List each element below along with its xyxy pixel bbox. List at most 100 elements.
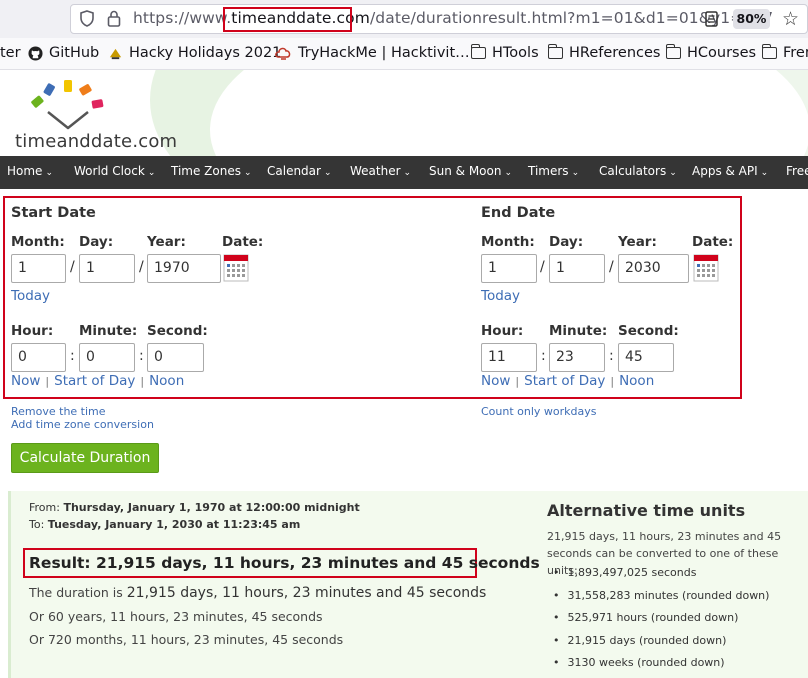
to-label: To:: [29, 518, 45, 531]
end-second-input[interactable]: 45: [618, 343, 674, 372]
bookmarks-toolbar: ter GitHub Hacky Holidays 2021 TryHackMe…: [0, 38, 808, 70]
start-calendar-icon[interactable]: [223, 254, 249, 282]
reader-view-icon[interactable]: [705, 11, 718, 27]
remove-time-link[interactable]: Remove the time: [11, 405, 106, 418]
start-year-input[interactable]: 1970: [147, 254, 221, 283]
date-separator: /: [139, 259, 144, 275]
logo-text[interactable]: timeanddate.com: [15, 131, 177, 152]
link-divider: |: [515, 375, 520, 388]
end-time-shortcuts: Now | Start of Day | Noon: [481, 373, 654, 389]
start-minute-input[interactable]: 0: [79, 343, 135, 372]
nav-label: Calculators: [599, 164, 667, 178]
time-separator: :: [541, 348, 546, 364]
time-separator: :: [70, 348, 75, 364]
nav-label: Free: [786, 164, 808, 178]
bookmark-folder-htools[interactable]: HTools: [470, 44, 539, 61]
start-date-title: Start Date: [11, 205, 96, 221]
nav-home[interactable]: Home ⌄: [7, 164, 53, 178]
nav-label: Calendar: [267, 164, 321, 178]
alt-units-title: Alternative time units: [547, 501, 746, 520]
bookmark-label: GitHub: [49, 45, 100, 61]
nav-label: Timers: [528, 164, 569, 178]
shield-icon[interactable]: [80, 10, 94, 27]
chevron-down-icon: ⌄: [147, 168, 156, 178]
from-value: Thursday, January 1, 1970 at 12:00:00 mi…: [63, 501, 360, 514]
bookmark-ter[interactable]: ter: [0, 45, 21, 61]
end-noon-link[interactable]: Noon: [619, 373, 654, 389]
chevron-down-icon: ⌄: [504, 168, 513, 178]
end-start-of-day-link[interactable]: Start of Day: [524, 373, 605, 389]
start-start-of-day-link[interactable]: Start of Day: [54, 373, 135, 389]
bookmark-tryhackme[interactable]: TryHackMe | Hacktivit…: [275, 45, 470, 61]
bookmark-folder-hreferences[interactable]: HReferences: [547, 44, 660, 61]
end-today-link[interactable]: Today: [481, 288, 520, 304]
end-second-label: Second:: [618, 323, 679, 339]
to-value: Tuesday, January 1, 2030 at 11:23:45 am: [47, 518, 301, 531]
start-date-label: Date:: [222, 234, 264, 250]
bookmark-label: Hacky Holidays 2021: [129, 45, 282, 61]
duration-prefix: The duration is: [29, 585, 123, 600]
end-month-label: Month:: [481, 234, 535, 250]
chevron-down-icon: ⌄: [243, 168, 252, 178]
folder-icon: [470, 44, 486, 59]
end-month-input[interactable]: 1: [481, 254, 537, 283]
end-minute-label: Minute:: [549, 323, 608, 339]
nav-sun-moon[interactable]: Sun & Moon ⌄: [429, 164, 512, 178]
start-noon-link[interactable]: Noon: [149, 373, 184, 389]
nav-time-zones[interactable]: Time Zones ⌄: [171, 164, 252, 178]
end-year-input[interactable]: 2030: [618, 254, 689, 283]
end-now-link[interactable]: Now: [481, 373, 510, 389]
start-now-link[interactable]: Now: [11, 373, 40, 389]
bookmark-hacky-holidays[interactable]: Hacky Holidays 2021: [108, 45, 281, 61]
chevron-down-icon: ⌄: [571, 168, 580, 178]
calculate-duration-button[interactable]: Calculate Duration: [11, 443, 159, 473]
nav-timers[interactable]: Timers ⌄: [528, 164, 579, 178]
start-month-input[interactable]: 1: [11, 254, 66, 283]
nav-label: Time Zones: [171, 164, 241, 178]
bookmark-folder-hcourses[interactable]: HCourses: [665, 44, 756, 61]
url-prefix: https://www.: [133, 9, 232, 27]
bookmark-label: Fren: [783, 45, 808, 61]
folder-icon: [547, 44, 563, 59]
end-minute-input[interactable]: 23: [549, 343, 605, 372]
zoom-level-button[interactable]: 80%: [733, 9, 770, 29]
end-hour-input[interactable]: 11: [481, 343, 537, 372]
start-second-input[interactable]: 0: [147, 343, 204, 372]
end-year-label: Year:: [618, 234, 657, 250]
end-date-label: Date:: [692, 234, 734, 250]
bookmark-label: TryHackMe | Hacktivit…: [298, 45, 470, 61]
lock-icon[interactable]: [107, 10, 121, 27]
from-line: From: Thursday, January 1, 1970 at 12:00…: [29, 501, 360, 514]
end-calendar-icon[interactable]: [693, 254, 719, 282]
nav-calculators[interactable]: Calculators ⌄: [599, 164, 677, 178]
start-hour-input[interactable]: 0: [11, 343, 66, 372]
to-line: To: Tuesday, January 1, 2030 at 11:23:45…: [29, 518, 300, 531]
count-workdays-link[interactable]: Count only workdays: [481, 405, 597, 418]
nav-apps-api[interactable]: Apps & API ⌄: [692, 164, 768, 178]
nav-world-clock[interactable]: World Clock ⌄: [74, 164, 155, 178]
chevron-down-icon: ⌄: [403, 168, 412, 178]
bookmark-folder-fren[interactable]: Fren: [761, 44, 808, 61]
months-line: Or 720 months, 11 hours, 23 minutes, 45 …: [29, 632, 344, 647]
alt-unit-item: 1,893,497,025 seconds: [553, 566, 769, 589]
nav-label: Home: [7, 164, 43, 178]
bookmark-github[interactable]: GitHub: [28, 45, 99, 61]
end-day-input[interactable]: 1: [549, 254, 605, 283]
start-today-link[interactable]: Today: [11, 288, 50, 304]
start-day-label: Day:: [79, 234, 114, 250]
nav-free[interactable]: Free: [786, 164, 808, 178]
years-line: Or 60 years, 11 hours, 23 minutes, 45 se…: [29, 609, 323, 624]
start-year-label: Year:: [147, 234, 186, 250]
link-divider: |: [610, 375, 615, 388]
add-timezone-link[interactable]: Add time zone conversion: [11, 418, 154, 431]
date-separator: /: [609, 259, 614, 275]
start-minute-label: Minute:: [79, 323, 138, 339]
logo-icon[interactable]: [30, 78, 116, 134]
bookmark-star-icon[interactable]: ☆: [782, 9, 799, 29]
start-day-input[interactable]: 1: [79, 254, 135, 283]
nav-weather[interactable]: Weather ⌄: [350, 164, 411, 178]
nav-label: Sun & Moon: [429, 164, 502, 178]
duration-line: The duration is 21,915 days, 11 hours, 2…: [29, 585, 486, 601]
start-hour-label: Hour:: [11, 323, 54, 339]
nav-calendar[interactable]: Calendar ⌄: [267, 164, 332, 178]
